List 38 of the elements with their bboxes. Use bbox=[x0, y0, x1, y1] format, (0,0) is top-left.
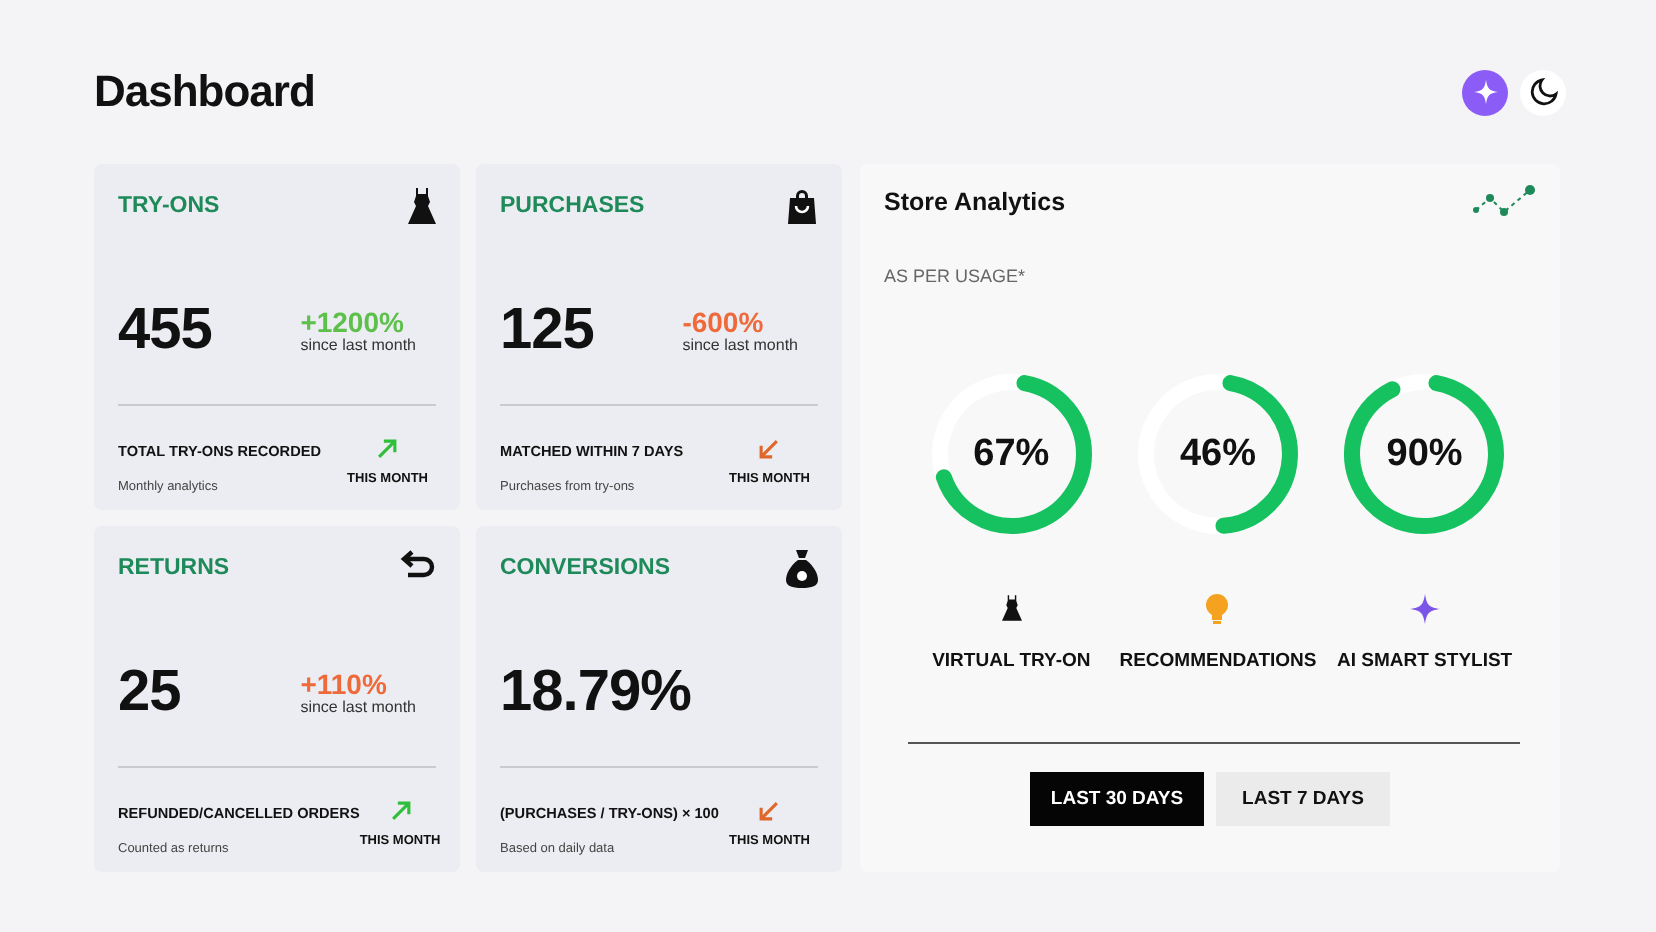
return-arrow-icon bbox=[400, 550, 436, 578]
gauge-label: RECOMMENDATIONS bbox=[1119, 650, 1317, 672]
change-percent: +110% bbox=[300, 669, 387, 698]
range-button[interactable]: LAST 7 DAYS bbox=[1216, 772, 1390, 826]
money-bag-icon bbox=[786, 550, 818, 588]
change-note: since last month bbox=[300, 335, 416, 354]
dark-mode-button[interactable] bbox=[1520, 69, 1566, 115]
card-title: RETURNS bbox=[118, 556, 230, 580]
moon-icon bbox=[1529, 78, 1557, 106]
panel-title: Store Analytics bbox=[884, 188, 1066, 216]
dress-icon bbox=[408, 188, 436, 224]
metric-value: 125 bbox=[500, 297, 594, 364]
gauge-reading: 46% bbox=[1179, 435, 1256, 473]
panel-subtitle: AS PER USAGE* bbox=[884, 266, 1028, 286]
sparkle-icon bbox=[1473, 80, 1497, 104]
gauge-reading: 90% bbox=[1386, 435, 1463, 473]
card-title: CONVERSIONS bbox=[500, 556, 670, 580]
dress-icon bbox=[1001, 594, 1022, 622]
gauge-label: AI SMART STYLIST bbox=[1337, 650, 1513, 672]
change-note: since last month bbox=[300, 697, 416, 716]
change-note: since last month bbox=[682, 335, 798, 354]
gauge-track bbox=[1390, 374, 1439, 397]
card-title: TRY-ONS bbox=[118, 194, 220, 218]
change-percent: +1200% bbox=[300, 307, 404, 336]
ai-assistant-button[interactable] bbox=[1462, 69, 1508, 115]
shopping-bag-icon bbox=[786, 188, 818, 224]
range-button[interactable]: LAST 30 DAYS bbox=[1030, 772, 1204, 826]
lightbulb-icon bbox=[1206, 593, 1229, 623]
line-chart-icon bbox=[1472, 184, 1536, 220]
sparkle-icon bbox=[1409, 593, 1440, 623]
page-title: Dashboard bbox=[94, 66, 315, 118]
metric-value: 25 bbox=[118, 659, 181, 726]
card-title: PURCHASES bbox=[500, 194, 645, 218]
change-percent: -600% bbox=[682, 307, 764, 336]
metric-value: 18.79% bbox=[500, 659, 691, 726]
gauge-label: VIRTUAL TRY-ON bbox=[932, 650, 1091, 672]
metric-value: 455 bbox=[118, 297, 212, 364]
gauge-reading: 67% bbox=[973, 435, 1050, 473]
